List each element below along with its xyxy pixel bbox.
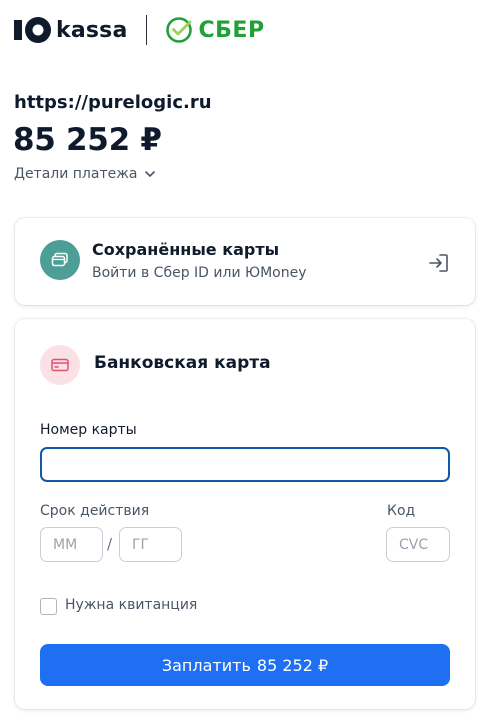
saved-cards-icon-circle (40, 240, 80, 280)
yookassa-name: kassa (56, 17, 128, 43)
card-number-input[interactable] (40, 447, 450, 482)
credit-card-icon (51, 358, 69, 372)
payment-details-toggle[interactable]: Детали платежа (14, 166, 157, 182)
merchant-url: https://purelogic.ru (14, 92, 212, 113)
login-arrow-icon[interactable] (427, 251, 451, 275)
bank-card-title: Банковская карта (94, 353, 271, 373)
bank-card-icon-circle (40, 345, 80, 385)
saved-cards-title: Сохранённые карты (92, 240, 280, 259)
chevron-down-icon (145, 171, 156, 177)
saved-cards-panel[interactable]: Сохранённые карты Войти в Сбер ID или ЮM… (15, 218, 475, 305)
saved-cards-subtitle: Войти в Сбер ID или ЮMoney (92, 265, 307, 281)
sber-logo-icon (165, 17, 192, 43)
card-number-label: Номер карты (40, 422, 137, 438)
pay-button-amount: 85 252 ₽ (256, 655, 329, 675)
expiry-month-input[interactable] (40, 527, 103, 562)
receipt-checkbox-label[interactable]: Нужна квитанция (65, 597, 197, 613)
sber-name: СБЕР (198, 17, 265, 43)
pay-button[interactable]: Заплатить 85 252 ₽ (40, 644, 450, 686)
cvc-input[interactable] (386, 527, 450, 562)
bank-card-panel: Банковская карта Номер карты Срок действ… (15, 319, 475, 709)
cvc-label: Код (387, 503, 416, 519)
logo-bar: kassa СБЕР (12, 12, 312, 48)
receipt-checkbox[interactable] (40, 598, 57, 615)
expiry-year-input[interactable] (119, 527, 182, 562)
payment-amount: 85 252 ₽ (13, 122, 162, 158)
expiry-label: Срок действия (40, 503, 150, 519)
cards-stack-icon (51, 252, 68, 267)
expiry-separator: / (107, 535, 113, 553)
payment-details-label: Детали платежа (14, 166, 138, 182)
pay-button-label: Заплатить (161, 655, 251, 675)
logo-divider (145, 15, 147, 45)
yookassa-logo-icon (14, 17, 51, 43)
